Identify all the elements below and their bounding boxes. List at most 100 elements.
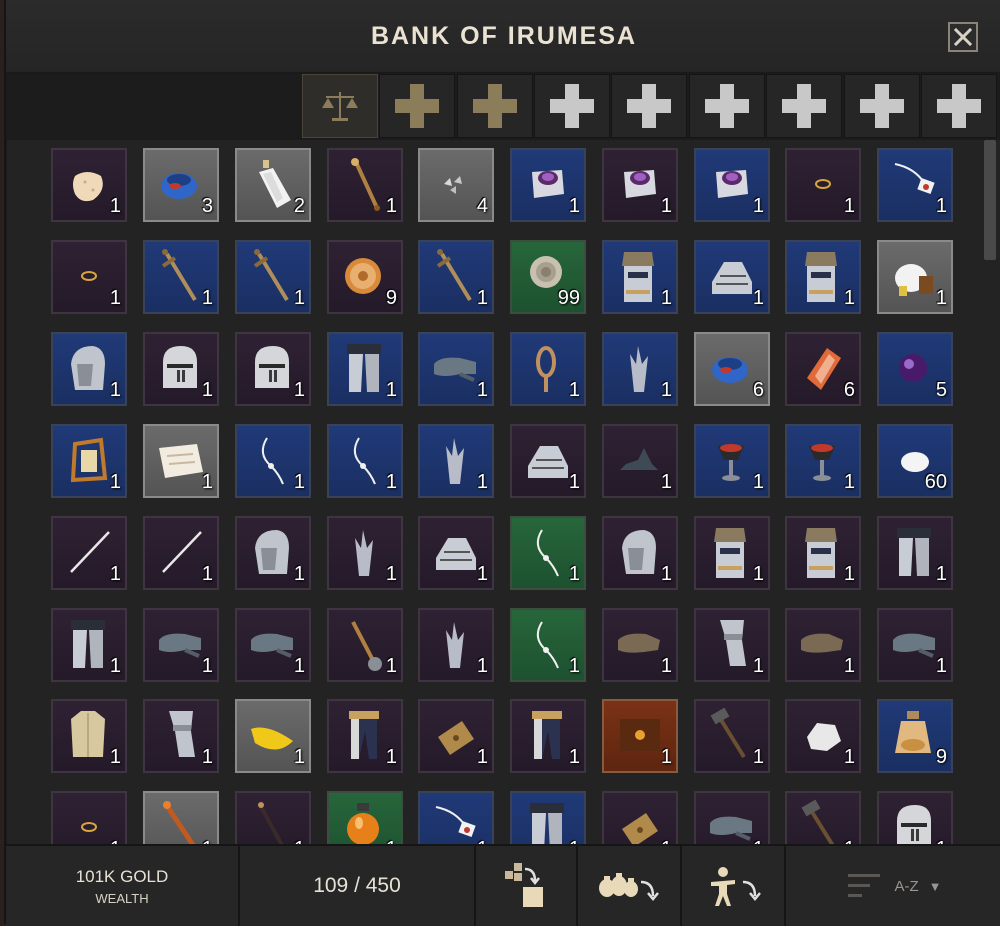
scrollbar[interactable] (984, 140, 996, 260)
inventory-slot[interactable]: 1 (694, 699, 770, 773)
inventory-slot[interactable]: 6 (785, 332, 861, 406)
inventory-slot[interactable]: 1 (510, 699, 586, 773)
inventory-slot[interactable]: 6 (694, 332, 770, 406)
inventory-slot[interactable]: 1 (235, 791, 311, 844)
inventory-slot[interactable]: 1 (235, 424, 311, 498)
inventory-slot[interactable]: 1 (51, 424, 127, 498)
inventory-slot[interactable]: 60 (877, 424, 953, 498)
item-quantity: 5 (935, 379, 947, 401)
inventory-slot[interactable]: 1 (877, 240, 953, 314)
inventory-slot[interactable]: 1 (602, 240, 678, 314)
tab-all-items[interactable] (302, 74, 378, 138)
inventory-slot[interactable]: 1 (143, 424, 219, 498)
sort-lines-icon (848, 874, 881, 897)
tab-add-3[interactable] (534, 74, 610, 138)
inventory-slot[interactable]: 1 (418, 516, 494, 590)
inventory-slot[interactable]: 1 (418, 699, 494, 773)
inventory-slot[interactable]: 1 (602, 516, 678, 590)
inventory-slot[interactable]: 1 (785, 424, 861, 498)
deposit-stack-button[interactable] (476, 846, 578, 926)
inventory-slot[interactable]: 1 (785, 516, 861, 590)
inventory-slot[interactable]: 1 (418, 332, 494, 406)
inventory-slot[interactable]: 1 (51, 791, 127, 844)
inventory-slot[interactable]: 1 (510, 148, 586, 222)
inventory-slot[interactable]: 1 (327, 608, 403, 682)
inventory-slot[interactable]: 1 (235, 699, 311, 773)
inventory-slot[interactable]: 1 (785, 608, 861, 682)
inventory-slot[interactable]: 1 (51, 332, 127, 406)
inventory-slot[interactable]: 1 (235, 516, 311, 590)
inventory-slot[interactable]: 1 (510, 608, 586, 682)
inventory-slot[interactable]: 9 (327, 240, 403, 314)
inventory-slot[interactable]: 1 (51, 516, 127, 590)
inventory-slot[interactable]: 1 (785, 148, 861, 222)
inventory-slot[interactable]: 1 (418, 791, 494, 844)
inventory-slot[interactable]: 9 (877, 699, 953, 773)
inventory-slot[interactable]: 1 (418, 608, 494, 682)
inventory-slot[interactable]: 1 (143, 608, 219, 682)
inventory-slot[interactable]: 1 (51, 608, 127, 682)
close-button[interactable] (948, 22, 978, 52)
inventory-slot[interactable]: 1 (694, 516, 770, 590)
inventory-slot[interactable]: 1 (694, 148, 770, 222)
inventory-slot[interactable]: 1 (602, 608, 678, 682)
inventory-slot[interactable]: 1 (510, 332, 586, 406)
inventory-slot[interactable]: 1 (602, 791, 678, 844)
inventory-slot[interactable]: 4 (418, 148, 494, 222)
deposit-bags-button[interactable] (578, 846, 682, 926)
inventory-slot[interactable]: 1 (694, 608, 770, 682)
tab-add-7[interactable] (844, 74, 920, 138)
inventory-slot[interactable]: 1 (327, 424, 403, 498)
inventory-slot[interactable]: 1 (235, 332, 311, 406)
inventory-slot[interactable]: 1 (418, 424, 494, 498)
inventory-slot[interactable]: 1 (327, 332, 403, 406)
tab-add-2[interactable] (457, 74, 533, 138)
inventory-slot[interactable]: 1 (694, 240, 770, 314)
inventory-slot[interactable]: 1 (143, 791, 219, 844)
inventory-slot[interactable]: 1 (694, 424, 770, 498)
deposit-equipped-button[interactable] (682, 846, 786, 926)
tab-add-5[interactable] (689, 74, 765, 138)
item-quantity: 1 (660, 195, 672, 217)
inventory-slot[interactable]: 1 (51, 699, 127, 773)
inventory-slot[interactable]: 1 (143, 516, 219, 590)
inventory-slot[interactable]: 1 (510, 424, 586, 498)
item-quantity: 1 (660, 563, 672, 585)
inventory-slot[interactable]: 1 (785, 240, 861, 314)
inventory-slot[interactable]: 2 (235, 148, 311, 222)
inventory-slot[interactable]: 1 (877, 791, 953, 844)
item-quantity: 1 (293, 379, 305, 401)
inventory-slot[interactable]: 1 (602, 148, 678, 222)
inventory-slot[interactable]: 1 (235, 608, 311, 682)
inventory-slot[interactable]: 1 (510, 791, 586, 844)
inventory-slot[interactable]: 1 (327, 791, 403, 844)
inventory-slot[interactable]: 1 (143, 240, 219, 314)
inventory-slot[interactable]: 1 (418, 240, 494, 314)
inventory-slot[interactable]: 99 (510, 240, 586, 314)
inventory-slot[interactable]: 1 (602, 332, 678, 406)
tab-add-4[interactable] (611, 74, 687, 138)
inventory-slot[interactable]: 1 (694, 791, 770, 844)
inventory-slot[interactable]: 1 (877, 148, 953, 222)
tab-add-8[interactable] (921, 74, 997, 138)
inventory-slot[interactable]: 1 (602, 424, 678, 498)
inventory-slot[interactable]: 1 (327, 516, 403, 590)
inventory-slot[interactable]: 1 (327, 699, 403, 773)
inventory-slot[interactable]: 3 (143, 148, 219, 222)
sort-control[interactable]: A-Z ▼ (786, 846, 1000, 926)
inventory-slot[interactable]: 1 (51, 148, 127, 222)
inventory-slot[interactable]: 1 (143, 699, 219, 773)
inventory-slot[interactable]: 1 (785, 699, 861, 773)
inventory-slot[interactable]: 1 (510, 516, 586, 590)
inventory-slot[interactable]: 1 (51, 240, 127, 314)
inventory-slot[interactable]: 1 (143, 332, 219, 406)
inventory-slot[interactable]: 1 (877, 608, 953, 682)
inventory-slot[interactable]: 1 (785, 791, 861, 844)
inventory-slot[interactable]: 1 (327, 148, 403, 222)
tab-add-1[interactable] (379, 74, 455, 138)
tab-add-6[interactable] (766, 74, 842, 138)
inventory-slot[interactable]: 1 (877, 516, 953, 590)
inventory-slot[interactable]: 5 (877, 332, 953, 406)
inventory-slot[interactable]: 1 (235, 240, 311, 314)
inventory-slot[interactable]: 1 (602, 699, 678, 773)
